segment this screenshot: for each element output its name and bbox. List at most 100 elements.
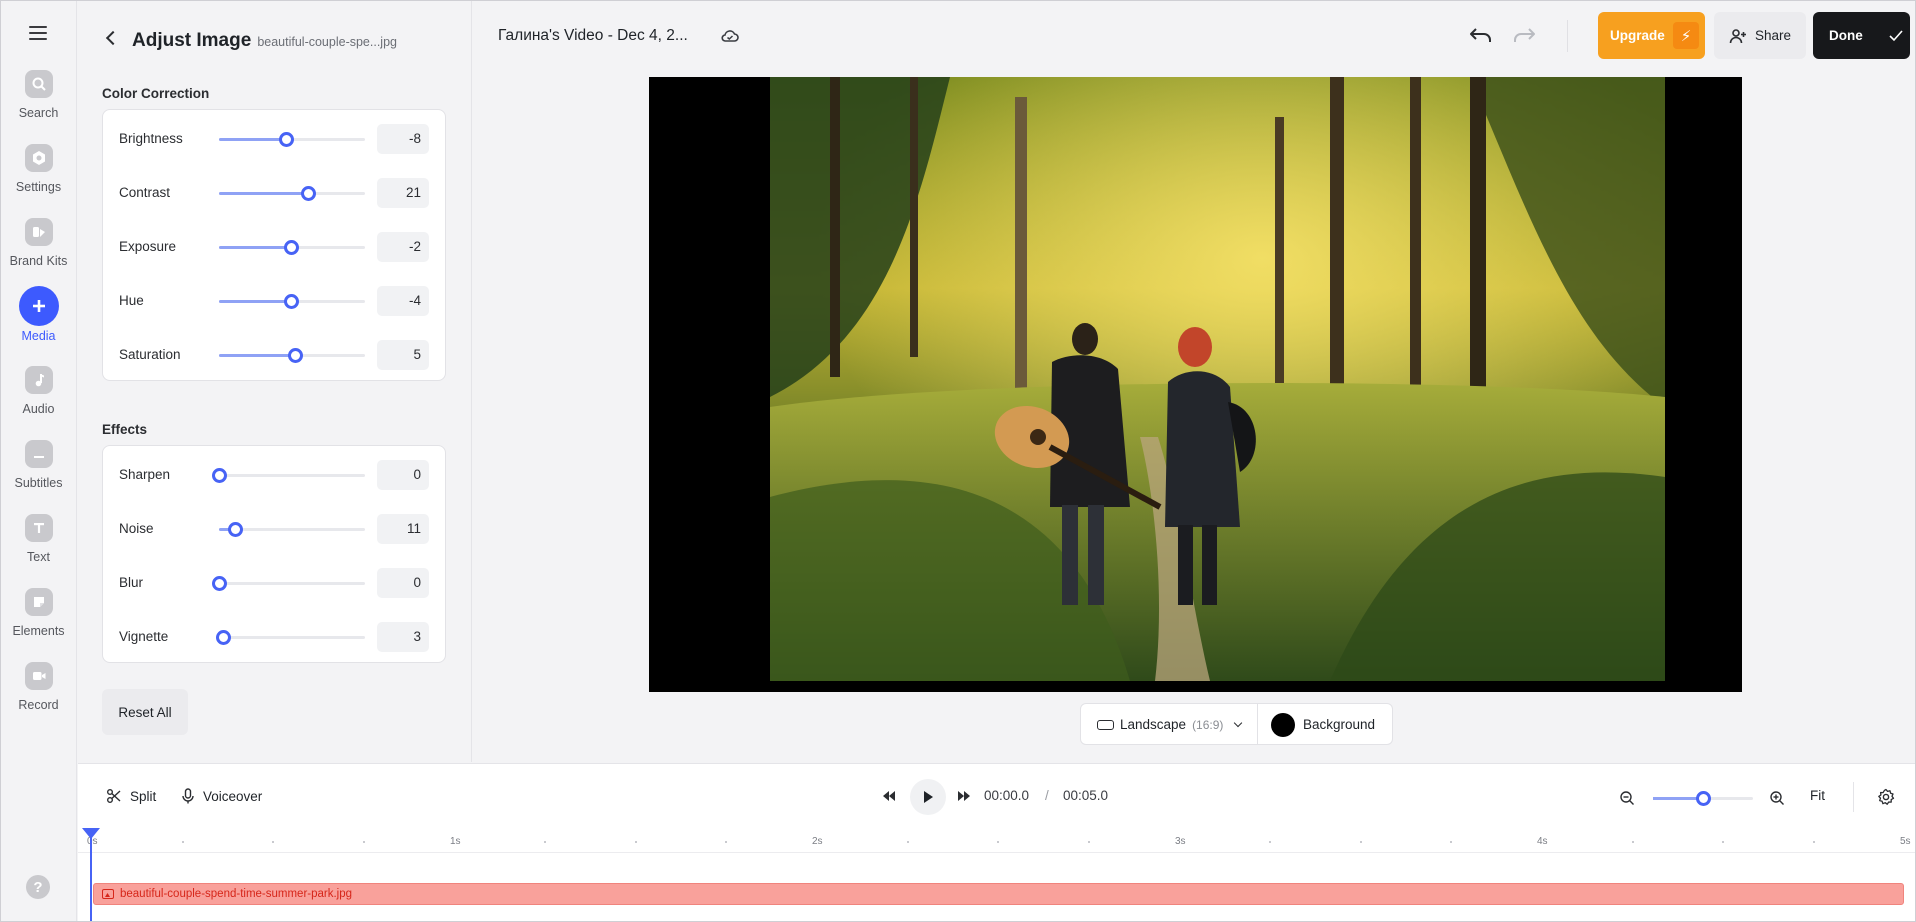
upgrade-button[interactable]: Upgrade ⚡ [1598,12,1705,59]
controls-divider [1257,704,1258,744]
reset-all-button[interactable]: Reset All [102,689,188,735]
sharpen-row: Sharpen 0 [103,460,447,490]
rail-item-settings[interactable]: Settings [0,144,77,210]
music-note-icon [24,366,53,394]
blur-value[interactable]: 0 [377,568,429,598]
brightness-value[interactable]: -8 [377,124,429,154]
brightness-label: Brightness [119,131,183,146]
zoom-in-icon[interactable] [1769,790,1785,806]
zoom-out-icon[interactable] [1619,790,1635,806]
sharpen-value[interactable]: 0 [377,460,429,490]
timeline: Split Voiceover 00:00.0 / 00:05.0 Fit 0s… [78,763,1916,922]
done-button[interactable]: Done [1813,12,1910,59]
slider-thumb[interactable] [283,294,299,309]
skip-back-icon[interactable] [881,790,897,802]
rail-item-record[interactable]: Record [0,662,77,728]
zoom-thumb[interactable] [1696,791,1711,806]
tick-mark [1632,841,1634,843]
tick-mark [907,841,909,843]
contrast-value[interactable]: 21 [377,178,429,208]
rail-item-search[interactable]: Search [0,70,77,136]
rail-item-brand-kits[interactable]: Brand Kits [0,218,77,284]
panel-header: Adjust Image beautiful-couple-spe...jpg [105,30,397,52]
tick-label: 3s [1175,836,1186,847]
fit-button[interactable]: Fit [1810,788,1825,803]
exposure-slider[interactable] [219,240,365,255]
tick-mark [635,841,637,843]
help-icon[interactable]: ? [26,875,50,899]
add-user-icon [1729,28,1746,43]
slider-thumb[interactable] [228,522,244,537]
tick-mark [272,841,274,843]
vignette-value[interactable]: 3 [377,622,429,652]
vignette-row: Vignette 3 [103,622,447,652]
rail-label: Text [27,550,50,564]
plus-icon [18,286,59,326]
color-correction-title: Color Correction [102,86,210,101]
timeline-divider [1853,782,1854,812]
slider-thumb[interactable] [216,630,232,645]
tick-label: 2s [812,836,823,847]
slider-thumb[interactable] [283,240,299,255]
play-button[interactable] [910,779,946,815]
effects-card: Sharpen 0 Noise 11 Blur 0 Vignette 3 [102,445,446,663]
voiceover-button[interactable]: Voiceover [181,788,262,804]
rail-item-subtitles[interactable]: Subtitles [0,440,77,506]
slider-fill [219,138,287,141]
panel-file-name: beautiful-couple-spe...jpg [257,35,397,49]
exposure-value[interactable]: -2 [377,232,429,262]
vignette-label: Vignette [119,629,169,644]
noise-row: Noise 11 [103,514,447,544]
skip-forward-icon[interactable] [956,790,972,802]
video-canvas[interactable] [649,77,1742,692]
playhead-handle[interactable] [82,828,100,839]
back-icon[interactable] [105,30,121,46]
split-button[interactable]: Split [106,788,156,804]
vignette-slider[interactable] [216,630,365,645]
tick-mark [1360,841,1362,843]
zoom-slider[interactable] [1653,791,1753,806]
tick-mark [182,841,184,843]
rail-item-media[interactable]: Media [0,286,77,358]
slider-thumb[interactable] [279,132,295,147]
contrast-slider[interactable] [219,186,365,201]
exposure-row: Exposure -2 [103,232,447,262]
saturation-slider[interactable] [219,348,365,363]
rail-label: Brand Kits [9,254,68,268]
redo-icon[interactable] [1511,25,1537,47]
elements-icon [24,588,53,616]
chevron-down-icon [1234,718,1243,727]
blur-row: Blur 0 [103,568,447,598]
aspect-ratio-dropdown[interactable]: Landscape (16:9) [1097,717,1243,732]
timeline-clip[interactable]: beautiful-couple-spend-time-summer-park.… [93,883,1904,905]
undo-icon[interactable] [1468,25,1494,47]
slider-thumb[interactable] [212,468,227,483]
slider-thumb[interactable] [301,186,317,201]
sharpen-slider[interactable] [212,468,365,483]
canvas-controls: Landscape (16:9) Background [1080,703,1393,745]
noise-value[interactable]: 11 [377,514,429,544]
noise-slider[interactable] [219,522,365,537]
saturation-value[interactable]: 5 [377,340,429,370]
brightness-slider[interactable] [219,132,365,147]
hue-value[interactable]: -4 [377,286,429,316]
slider-thumb[interactable] [212,576,227,591]
hue-slider[interactable] [219,294,365,309]
gear-icon[interactable] [1877,788,1895,806]
clip-name: beautiful-couple-spend-time-summer-park.… [120,888,353,900]
rail-item-text[interactable]: Text [0,514,77,580]
tick-label: 5s [1900,836,1911,847]
background-color-swatch[interactable] [1271,713,1295,737]
blur-label: Blur [119,575,144,590]
blur-slider[interactable] [212,576,365,591]
share-button[interactable]: Share [1714,12,1806,59]
background-button[interactable]: Background [1303,717,1375,732]
playhead[interactable] [90,836,92,922]
menu-icon[interactable] [29,26,47,40]
adjust-image-panel: Adjust Image beautiful-couple-spe...jpg … [78,0,472,762]
project-title[interactable]: Галина's Video - Dec 4, 2... [498,27,688,45]
rail-item-audio[interactable]: Audio [0,366,77,432]
slider-thumb[interactable] [287,348,303,363]
rail-item-elements[interactable]: Elements [0,588,77,654]
preview-image[interactable] [770,77,1665,681]
